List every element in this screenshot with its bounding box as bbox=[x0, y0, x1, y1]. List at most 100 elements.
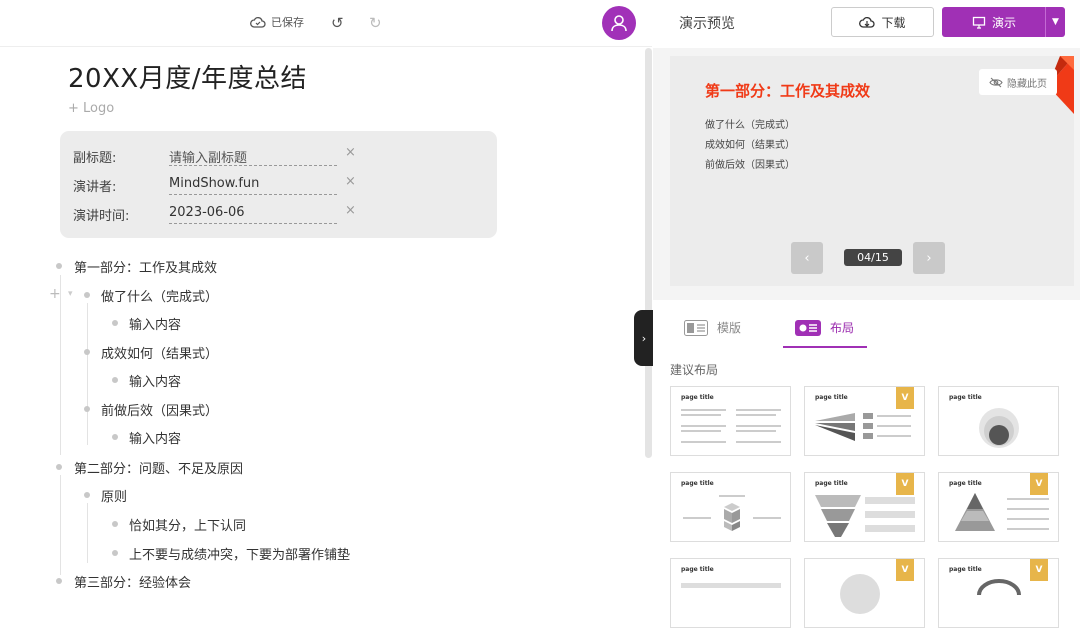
bullet-dot[interactable] bbox=[112, 377, 118, 383]
editor-panel: 已保存 ↺ ↻ 20XX月度/年度总结 + Logo 副标题: 请输入副标题 ×… bbox=[0, 0, 652, 588]
clear-icon[interactable]: × bbox=[345, 145, 356, 160]
meta-info-box: 副标题: 请输入副标题 × 演讲者: MindShow.fun × 演讲时间: … bbox=[60, 131, 497, 238]
avatar[interactable] bbox=[602, 6, 636, 40]
thumbnail-title: page title bbox=[815, 480, 848, 487]
redo-button[interactable]: ↻ bbox=[369, 14, 382, 32]
clear-icon[interactable]: × bbox=[345, 174, 356, 189]
bullet-dot[interactable] bbox=[56, 464, 62, 470]
undo-icon: ↺ bbox=[331, 14, 344, 32]
tree-guide-line bbox=[87, 303, 88, 445]
bullet-dot[interactable] bbox=[112, 434, 118, 440]
download-label: 下载 bbox=[881, 15, 906, 30]
speaker-input[interactable]: MindShow.fun bbox=[169, 174, 337, 195]
premium-badge: V bbox=[896, 473, 914, 495]
layout-thumbnail[interactable]: page title V bbox=[804, 472, 925, 542]
present-label: 演示 bbox=[991, 15, 1016, 30]
save-status: 已保存 bbox=[250, 14, 304, 30]
thumbnail-title: page title bbox=[949, 566, 982, 573]
thumbnail-title: page title bbox=[681, 394, 714, 401]
outline-node-l1[interactable]: 第一部分：工作及其成效 bbox=[74, 257, 217, 276]
clear-icon[interactable]: × bbox=[345, 203, 356, 218]
outline-node-l2[interactable]: 前做后效（因果式） bbox=[101, 400, 218, 419]
thumbnail-title: page title bbox=[681, 480, 714, 487]
bullet-dot[interactable] bbox=[84, 349, 90, 355]
thumbnail-title: page title bbox=[681, 566, 714, 573]
outline-node-l2[interactable]: 成效如何（结果式） bbox=[101, 343, 218, 362]
thumbnail-title: page title bbox=[949, 480, 982, 487]
tabs-bar: 模版 布局 bbox=[653, 300, 1080, 350]
outline-node-l2[interactable]: 原则 bbox=[101, 486, 127, 505]
bullet-dot[interactable] bbox=[56, 578, 62, 584]
caret-down-icon: ▼ bbox=[1052, 17, 1059, 27]
tree-guide-line bbox=[60, 275, 61, 455]
eye-off-icon bbox=[989, 77, 1003, 87]
slide-line: 前做后效（因果式） bbox=[705, 160, 795, 171]
subtitle-input[interactable]: 请输入副标题 bbox=[169, 145, 337, 166]
outline-node-l2[interactable]: 做了什么（完成式） bbox=[101, 286, 218, 305]
premium-badge: V bbox=[896, 387, 914, 409]
layout-thumbnail[interactable]: V bbox=[804, 558, 925, 628]
chevron-down-icon[interactable]: ▾ bbox=[68, 289, 73, 299]
meta-label: 副标题: bbox=[73, 151, 117, 166]
outline-node-l1[interactable]: 第三部分：经验体会 bbox=[74, 572, 191, 588]
chevron-right-icon: › bbox=[926, 250, 932, 266]
hide-slide-label: 隐藏此页 bbox=[1007, 78, 1047, 90]
bullet-dot[interactable] bbox=[84, 492, 90, 498]
document-title[interactable]: 20XX月度/年度总结 bbox=[68, 58, 307, 95]
present-dropdown-button[interactable]: ▼ bbox=[1045, 7, 1065, 37]
outline-node-l3[interactable]: 输入内容 bbox=[129, 428, 181, 447]
thumbnail-title: page title bbox=[949, 394, 982, 401]
bullet-dot[interactable] bbox=[112, 320, 118, 326]
collapse-panel-button[interactable]: › bbox=[634, 310, 654, 366]
bullet-dot[interactable] bbox=[112, 550, 118, 556]
layout-thumbnail[interactable]: page title bbox=[670, 386, 791, 456]
download-button[interactable]: 下载 bbox=[831, 7, 934, 37]
thumbnail-title: page title bbox=[815, 394, 848, 401]
add-logo-button[interactable]: + Logo bbox=[68, 101, 114, 116]
user-icon bbox=[611, 15, 627, 32]
redo-icon: ↻ bbox=[369, 14, 382, 32]
suggested-layouts-title: 建议布局 bbox=[670, 363, 719, 377]
slide-preview: 第一部分：工作及其成效 做了什么（完成式） 成效如何（结果式） 前做后效（因果式… bbox=[670, 56, 1074, 286]
suggested-layouts: 建议布局 page title page title V page title … bbox=[653, 350, 1080, 628]
layout-thumbnail[interactable]: page title bbox=[938, 386, 1059, 456]
editor-scrollbar[interactable] bbox=[645, 48, 652, 458]
layout-thumbnail[interactable]: page title V bbox=[938, 558, 1059, 628]
bullet-dot[interactable] bbox=[84, 292, 90, 298]
next-slide-button[interactable]: › bbox=[913, 242, 945, 274]
hide-slide-button[interactable]: 隐藏此页 bbox=[979, 69, 1057, 95]
undo-button[interactable]: ↺ bbox=[331, 14, 344, 32]
presentation-icon bbox=[972, 16, 986, 29]
slide-line: 做了什么（完成式） bbox=[705, 120, 795, 131]
page-indicator: 04/15 bbox=[844, 249, 902, 266]
outline-node-l1[interactable]: 第二部分：问题、不足及原因 bbox=[74, 458, 243, 477]
prev-slide-button[interactable]: ‹ bbox=[791, 242, 823, 274]
template-icon bbox=[684, 319, 708, 336]
editor-toolbar: 已保存 ↺ ↻ bbox=[0, 0, 652, 47]
preview-title: 演示预览 bbox=[679, 16, 735, 32]
layout-thumbnail[interactable]: page title V bbox=[804, 386, 925, 456]
meta-label: 演讲时间: bbox=[73, 209, 130, 224]
tab-layout[interactable]: 布局 bbox=[795, 319, 854, 336]
save-status-label: 已保存 bbox=[271, 16, 304, 29]
meta-label: 演讲者: bbox=[73, 180, 117, 195]
bullet-dot[interactable] bbox=[112, 521, 118, 527]
outline-node-l3[interactable]: 恰如其分，上下认同 bbox=[129, 515, 246, 534]
bullet-dot[interactable] bbox=[84, 406, 90, 412]
present-button[interactable]: 演示 bbox=[942, 7, 1046, 37]
preview-panel: 演示预览 下载 演示 ▼ 第一部分：工作及其成效 做了什么（完成式） 成效如何（… bbox=[653, 0, 1080, 628]
tree-guide-line bbox=[87, 503, 88, 563]
layout-thumbnail[interactable]: page title bbox=[670, 472, 791, 542]
cloud-check-icon bbox=[250, 16, 266, 28]
outline-node-l3[interactable]: 上不要与成绩冲突，下要为部署作铺垫 bbox=[129, 544, 350, 563]
bullet-dot[interactable] bbox=[56, 263, 62, 269]
layout-thumbnail[interactable]: page title V bbox=[938, 472, 1059, 542]
meta-row-subtitle: 副标题: 请输入副标题 × bbox=[73, 145, 483, 166]
add-node-icon[interactable]: + bbox=[49, 286, 61, 302]
outline-node-l3[interactable]: 输入内容 bbox=[129, 314, 181, 333]
outline-node-l3[interactable]: 输入内容 bbox=[129, 371, 181, 390]
tab-template[interactable]: 模版 bbox=[684, 319, 741, 336]
date-input[interactable]: 2023-06-06 bbox=[169, 203, 337, 224]
preview-header: 演示预览 下载 演示 ▼ bbox=[653, 0, 1080, 48]
layout-thumbnail[interactable]: page title bbox=[670, 558, 791, 628]
